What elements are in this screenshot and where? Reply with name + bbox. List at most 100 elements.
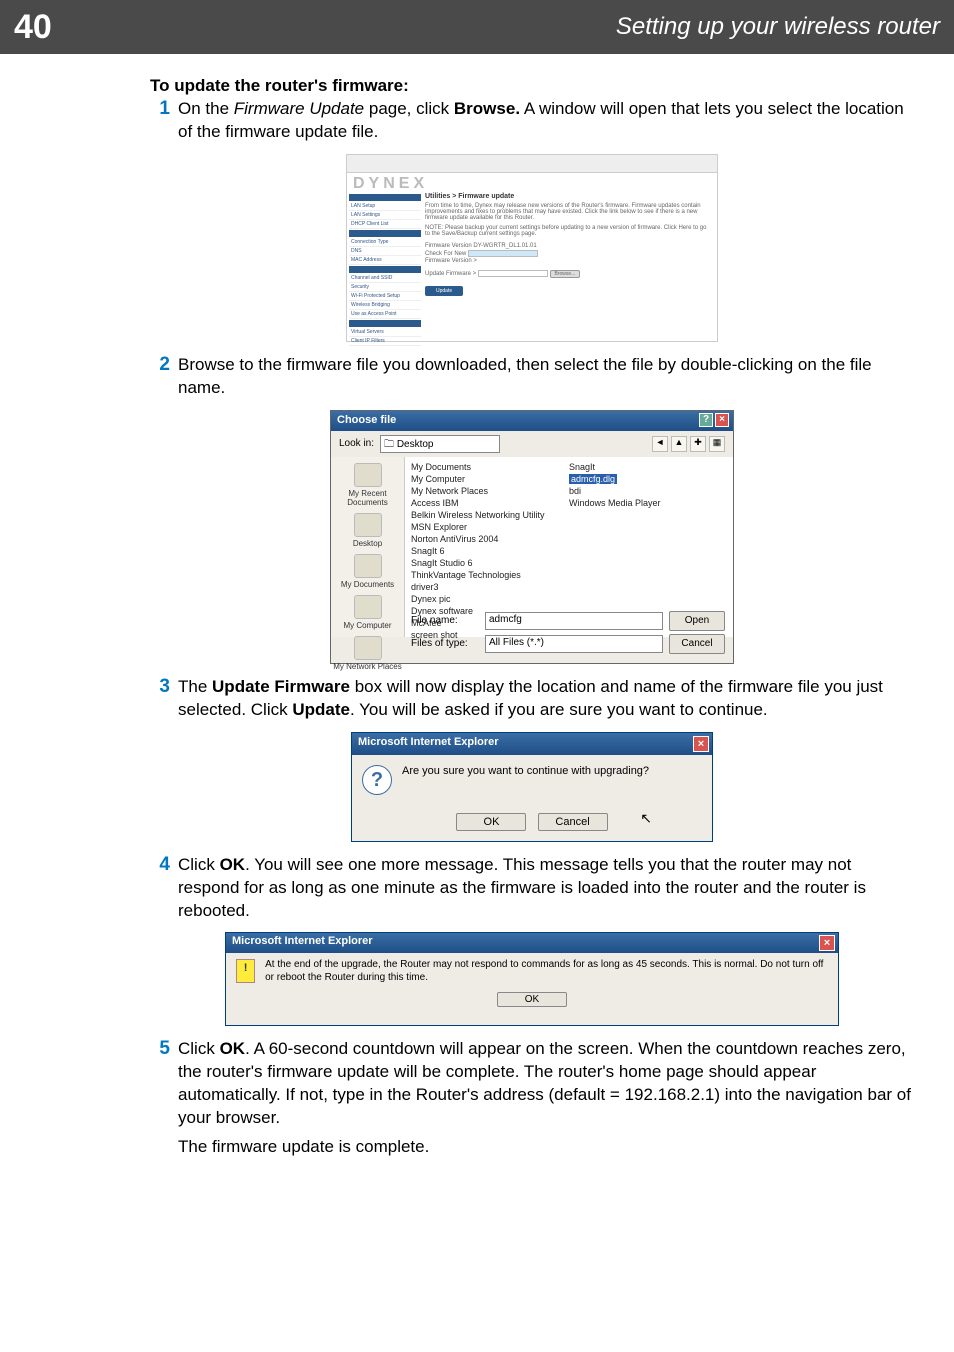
fig4-dialog: Microsoft Internet Explorer × At the end…	[225, 932, 839, 1026]
place-mydocs[interactable]: My Documents	[331, 554, 404, 589]
close-icon[interactable]: ×	[819, 935, 835, 951]
sidebar-item[interactable]: Connection Type	[349, 238, 421, 247]
sidebar-item[interactable]: MAC Address	[349, 256, 421, 265]
up-icon[interactable]: ▲	[671, 436, 687, 452]
list-item[interactable]: Windows Media Player	[569, 497, 727, 509]
ok-button[interactable]: OK	[497, 992, 567, 1007]
list-item[interactable]: Norton AntiVirus 2004	[411, 533, 569, 545]
filename-input[interactable]: admcfg	[485, 612, 663, 630]
place-label: My Recent Documents	[347, 489, 387, 507]
open-button[interactable]: Open	[669, 611, 725, 631]
list-item[interactable]: Belkin Wireless Networking Utility	[411, 509, 569, 521]
question-icon: ?	[362, 765, 392, 795]
sidebar-block	[349, 320, 421, 327]
sidebar-item[interactable]: DHCP Client List	[349, 220, 421, 229]
folder-icon	[354, 554, 382, 578]
filetype-label: Files of type:	[411, 638, 479, 649]
ok-button[interactable]: OK	[456, 813, 526, 831]
fig2-toolbar-icons: ◄ ▲ ✚ ▦	[652, 436, 725, 452]
fig1-desc1: From time to time, Dynex may release new…	[425, 203, 713, 221]
warning-icon	[236, 959, 255, 983]
sidebar-item[interactable]: Virtual Servers	[349, 328, 421, 337]
views-icon[interactable]: ▦	[709, 436, 725, 452]
list-item[interactable]: SnagIt 6	[411, 545, 569, 557]
cancel-button[interactable]: Cancel	[669, 634, 725, 654]
fig3-body: ? Are you sure you want to continue with…	[352, 755, 712, 805]
sidebar-item[interactable]: Wireless Bridging	[349, 301, 421, 310]
fig1-file-input[interactable]	[478, 270, 548, 277]
list-item[interactable]: bdi	[569, 485, 727, 497]
text: The	[178, 677, 212, 696]
fig1-sidebar: LAN Setup LAN Settings DHCP Client List …	[349, 193, 421, 346]
step-2-number: 2	[150, 354, 178, 400]
list-item[interactable]: My Documents	[411, 461, 569, 473]
close-icon[interactable]: ×	[693, 736, 709, 752]
fig3-title: Microsoft Internet Explorer	[358, 736, 499, 748]
sidebar-item[interactable]: DNS	[349, 247, 421, 256]
sidebar-item[interactable]: LAN Settings	[349, 211, 421, 220]
step-5-para2: The firmware update is complete.	[178, 1137, 429, 1156]
list-item[interactable]: SnagIt	[569, 461, 727, 473]
running-title: Setting up your wireless router	[616, 13, 940, 41]
step-5: 5 Click OK. A 60-second countdown will a…	[150, 1038, 914, 1159]
fig3-buttons: OK Cancel	[352, 813, 712, 831]
fig1-main: Utilities > Firmware update From time to…	[425, 193, 713, 297]
list-item[interactable]: driver3	[411, 581, 569, 593]
ok-label: OK	[220, 855, 246, 874]
section-subheading: To update the router's firmware:	[150, 76, 914, 96]
fig4-buttons: OK	[226, 992, 838, 1007]
list-item[interactable]: My Computer	[411, 473, 569, 485]
step-2: 2 Browse to the firmware file you downlo…	[150, 354, 914, 400]
help-icon[interactable]: ?	[699, 413, 713, 427]
sidebar-item[interactable]: Client IP Filters	[349, 337, 421, 346]
fig1-fw-version-value: DY-WGRTR_DL1.01.01	[473, 243, 536, 249]
sidebar-item[interactable]: Channel and SSID	[349, 274, 421, 283]
fig1-check-button[interactable]	[468, 250, 538, 257]
text: page, click	[364, 99, 454, 118]
list-item[interactable]: SnagIt Studio 6	[411, 557, 569, 569]
sidebar-item[interactable]: Use as Access Point	[349, 310, 421, 319]
fig1-browse-button[interactable]: Browse...	[550, 270, 581, 278]
sidebar-item[interactable]: LAN Setup	[349, 202, 421, 211]
sidebar-item[interactable]: Wi-Fi Protected Setup	[349, 292, 421, 301]
step-4: 4 Click OK. You will see one more messag…	[150, 854, 914, 923]
list-item[interactable]: My Network Places	[411, 485, 569, 497]
list-item[interactable]: Access IBM	[411, 497, 569, 509]
filetype-combo[interactable]: All Files (*.*)	[485, 635, 663, 653]
place-recent[interactable]: My Recent Documents	[331, 463, 404, 507]
step-3-body: The Update Firmware box will now display…	[178, 676, 914, 722]
sidebar-item[interactable]: Security	[349, 283, 421, 292]
list-item[interactable]: ThinkVantage Technologies	[411, 569, 569, 581]
fig2-lookin-combo[interactable]: 🗀 Desktop	[380, 435, 500, 453]
fig1-window: DYNEX LAN Setup LAN Settings DHCP Client…	[346, 154, 718, 342]
place-desktop[interactable]: Desktop	[331, 513, 404, 548]
list-item[interactable]: Dynex pic	[411, 593, 569, 605]
fig2-dialog: Choose file ? × Look in: 🗀 Desktop ◄ ▲ ✚…	[330, 410, 734, 664]
cursor-icon: ↖	[640, 810, 652, 827]
fig1-update-button[interactable]: Update	[425, 286, 463, 296]
update-label: Update	[292, 700, 350, 719]
update-firmware-label: Update Firmware	[212, 677, 350, 696]
fig2-titlebar: Choose file ? ×	[331, 411, 733, 431]
place-mycomputer[interactable]: My Computer	[331, 595, 404, 630]
computer-icon	[354, 595, 382, 619]
figure-4: Microsoft Internet Explorer × At the end…	[150, 932, 914, 1026]
list-item-selected[interactable]: admcfg.dlg	[569, 473, 727, 485]
back-icon[interactable]: ◄	[652, 436, 668, 452]
step-5-body: Click OK. A 60-second countdown will app…	[178, 1038, 914, 1159]
sidebar-block	[349, 266, 421, 273]
newfolder-icon[interactable]: ✚	[690, 436, 706, 452]
selected-file: admcfg.dlg	[569, 474, 617, 484]
cancel-button[interactable]: Cancel	[538, 813, 608, 831]
text: . You will see one more message. This me…	[178, 855, 866, 920]
fig3-titlebar: Microsoft Internet Explorer ×	[352, 733, 712, 755]
fig1-update-label: Update Firmware >	[425, 271, 476, 277]
folder-icon	[354, 463, 382, 487]
fig1-check-label: Check For New	[425, 251, 466, 257]
fig2-lookin-row: Look in: 🗀 Desktop ◄ ▲ ✚ ▦	[331, 431, 733, 457]
step-1-number: 1	[150, 98, 178, 144]
close-icon[interactable]: ×	[715, 413, 729, 427]
place-network[interactable]: My Network Places	[331, 636, 404, 671]
filename-label: File name:	[411, 615, 479, 626]
list-item[interactable]: MSN Explorer	[411, 521, 569, 533]
